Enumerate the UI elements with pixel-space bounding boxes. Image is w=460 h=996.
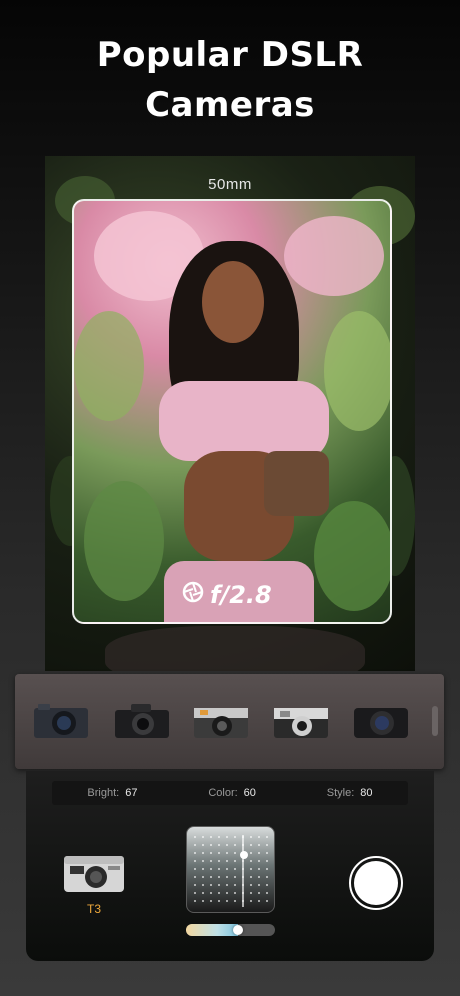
tone-slider-knob[interactable] [232,925,243,935]
handbag [264,451,329,516]
viewfinder-frame[interactable] [72,199,392,624]
headline-line-2: Cameras [145,85,315,125]
param-color-value: 60 [243,787,256,799]
selected-camera-label: T3 [86,902,101,916]
headline-line-1: Popular DSLR [96,35,364,75]
shutter-button-inner[interactable] [354,861,398,905]
color-grid-pad[interactable] [186,826,275,913]
aperture-indicator[interactable]: f/2.8 [182,580,272,610]
tone-slider[interactable] [186,924,275,936]
camera-leica-silver-icon[interactable] [272,702,330,740]
parameter-bar: Bright: 67 Color: 60 Style: 80 [52,781,408,805]
headline: Popular DSLR Cameras [0,30,460,130]
color-pad-cursor[interactable] [240,851,248,859]
param-style-value: 80 [360,787,373,799]
param-bright-value: 67 [125,787,138,799]
camera-rangefinder-silver-icon[interactable] [192,702,250,740]
param-style[interactable]: Style: 80 [327,787,373,799]
param-bright[interactable]: Bright: 67 [87,787,137,799]
param-bright-label: Bright: [87,787,120,799]
param-style-label: Style: [326,787,355,799]
param-color[interactable]: Color: 60 [208,787,256,799]
aperture-icon [182,581,204,609]
subject-face [202,261,264,343]
param-color-label: Color: [208,787,238,799]
camera-compact-black-icon[interactable] [352,702,410,740]
camera-dslr-black-icon[interactable] [113,702,171,740]
camera-t3-film-icon[interactable] [62,852,126,894]
camera-mirrorless-black-icon[interactable] [32,702,90,740]
subject-top [159,381,329,461]
tone-slider-fill [186,924,238,936]
camera-picker-strip[interactable] [15,674,444,769]
focal-length-label: 50mm [208,176,252,193]
strip-scroll-handle[interactable] [432,706,438,736]
aperture-value: f/2.8 [210,581,272,609]
